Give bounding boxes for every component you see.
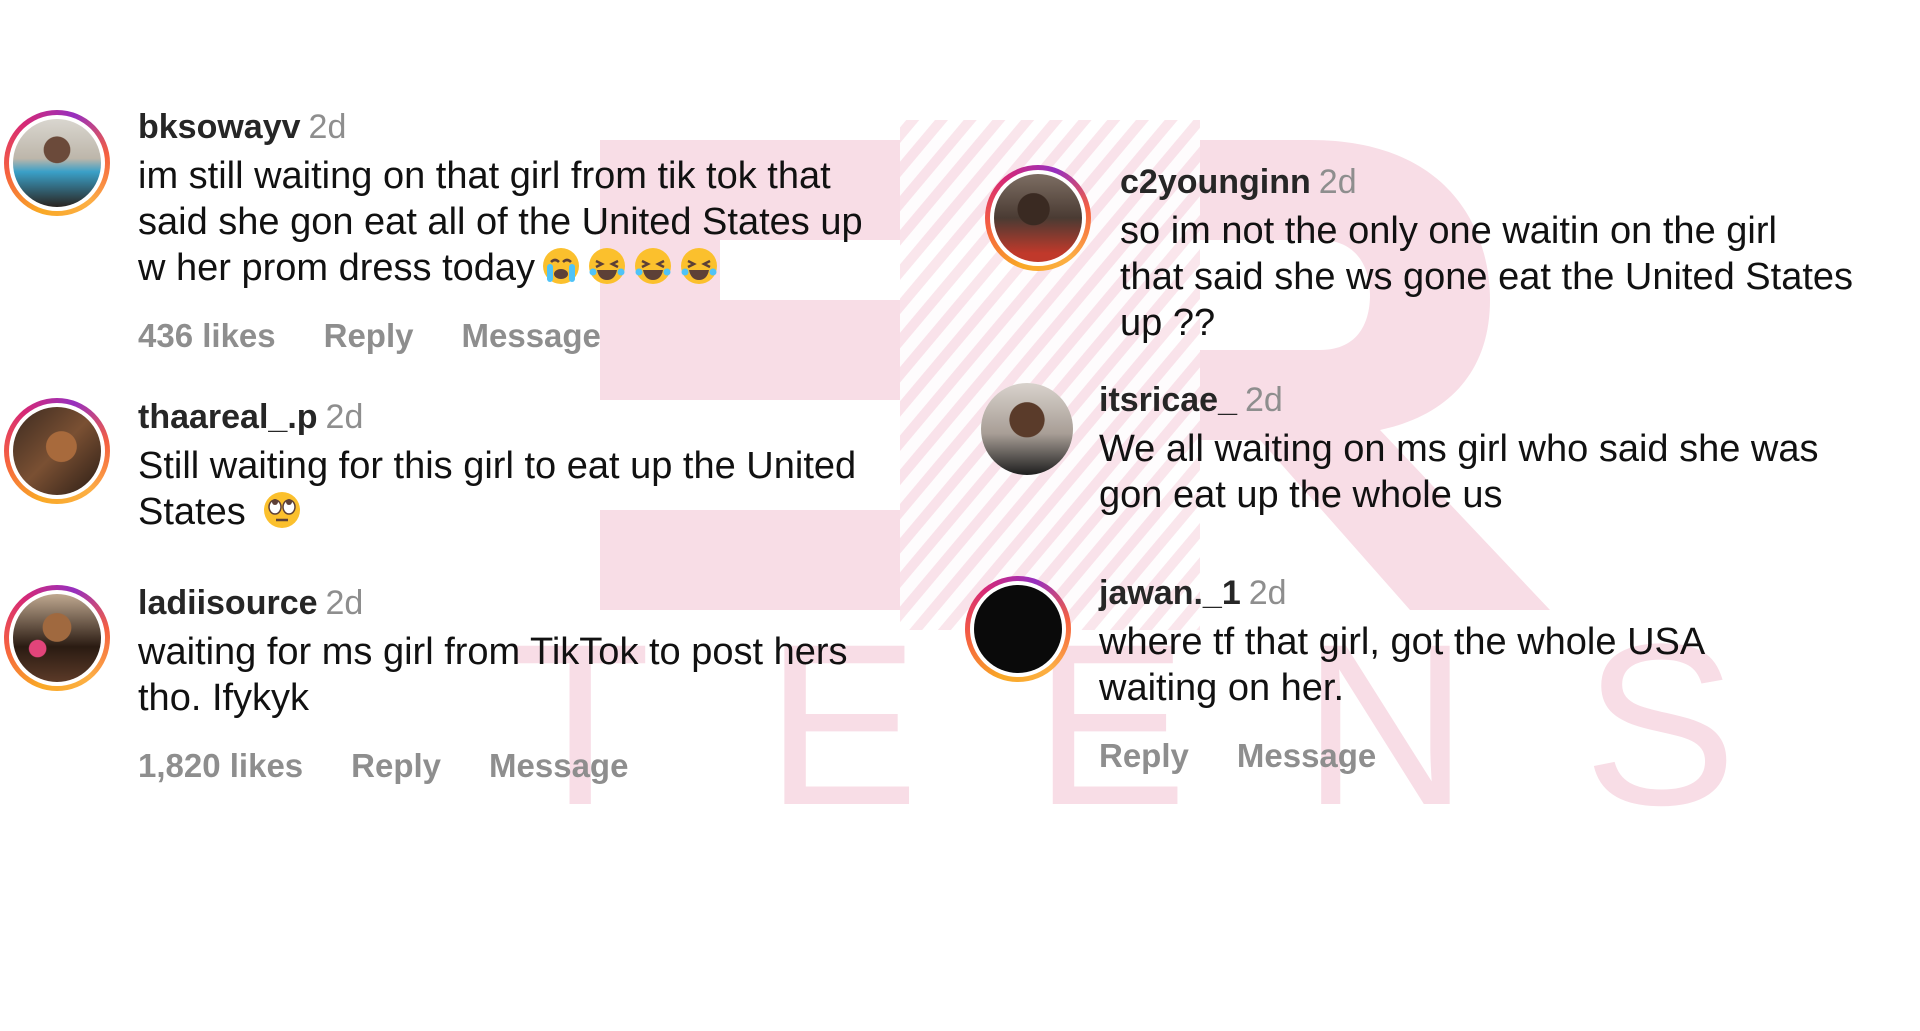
comment-text: We all waiting on ms girl who said she w… bbox=[1099, 428, 1819, 516]
eye-roll-emoji-icon bbox=[264, 492, 301, 528]
comment-time: 2d bbox=[325, 398, 364, 436]
avatar bbox=[13, 119, 101, 207]
comment-username[interactable]: c2younginn bbox=[1120, 163, 1311, 201]
avatar-ring[interactable] bbox=[4, 398, 110, 504]
avatar-ring[interactable] bbox=[981, 383, 1087, 489]
avatar bbox=[981, 383, 1073, 475]
message-button[interactable]: Message bbox=[489, 747, 628, 785]
avatar bbox=[13, 407, 101, 495]
likes-count[interactable]: 436 likes bbox=[138, 317, 276, 355]
comment-time: 2d bbox=[1248, 574, 1287, 612]
comment-username[interactable]: bksowayv bbox=[138, 108, 301, 146]
avatar bbox=[974, 585, 1062, 673]
likes-count[interactable]: 1,820 likes bbox=[138, 747, 303, 785]
comment-time: 2d bbox=[1245, 381, 1283, 419]
laughing-emoji-icon bbox=[635, 248, 672, 284]
message-button[interactable]: Message bbox=[1237, 737, 1376, 775]
reply-button[interactable]: Reply bbox=[324, 317, 414, 355]
laughing-emoji-icon bbox=[681, 248, 718, 284]
comment-text: so im not the only one waitin on the gir… bbox=[1120, 210, 1854, 344]
laughing-emoji-icon bbox=[589, 248, 626, 284]
comment-username[interactable]: thaareal_.p bbox=[138, 398, 318, 436]
avatar bbox=[13, 594, 101, 682]
comment-text: waiting for ms girl from TikTok to post … bbox=[138, 631, 848, 719]
reply-button[interactable]: Reply bbox=[351, 747, 441, 785]
comment-text: where tf that girl, got the whole USA wa… bbox=[1099, 621, 1706, 709]
avatar bbox=[994, 174, 1082, 262]
comment-time: 2d bbox=[1318, 163, 1357, 201]
comment-text: Still waiting for this girl to eat up th… bbox=[138, 445, 857, 533]
comment-username[interactable]: jawan._1 bbox=[1099, 574, 1241, 612]
comment-time: 2d bbox=[325, 584, 364, 622]
reply-button[interactable]: Reply bbox=[1099, 737, 1189, 775]
comment-username[interactable]: ladiisource bbox=[138, 584, 318, 622]
comment-username[interactable]: itsricae_ bbox=[1099, 381, 1237, 419]
avatar-ring[interactable] bbox=[4, 110, 110, 216]
crying-emoji-icon bbox=[543, 248, 580, 284]
avatar-ring[interactable] bbox=[965, 576, 1071, 682]
comment-time: 2d bbox=[308, 108, 347, 146]
avatar-ring[interactable] bbox=[4, 585, 110, 691]
comment-text: im still waiting on that girl from tik t… bbox=[138, 155, 863, 289]
message-button[interactable]: Message bbox=[462, 317, 601, 355]
avatar-ring[interactable] bbox=[985, 165, 1091, 271]
